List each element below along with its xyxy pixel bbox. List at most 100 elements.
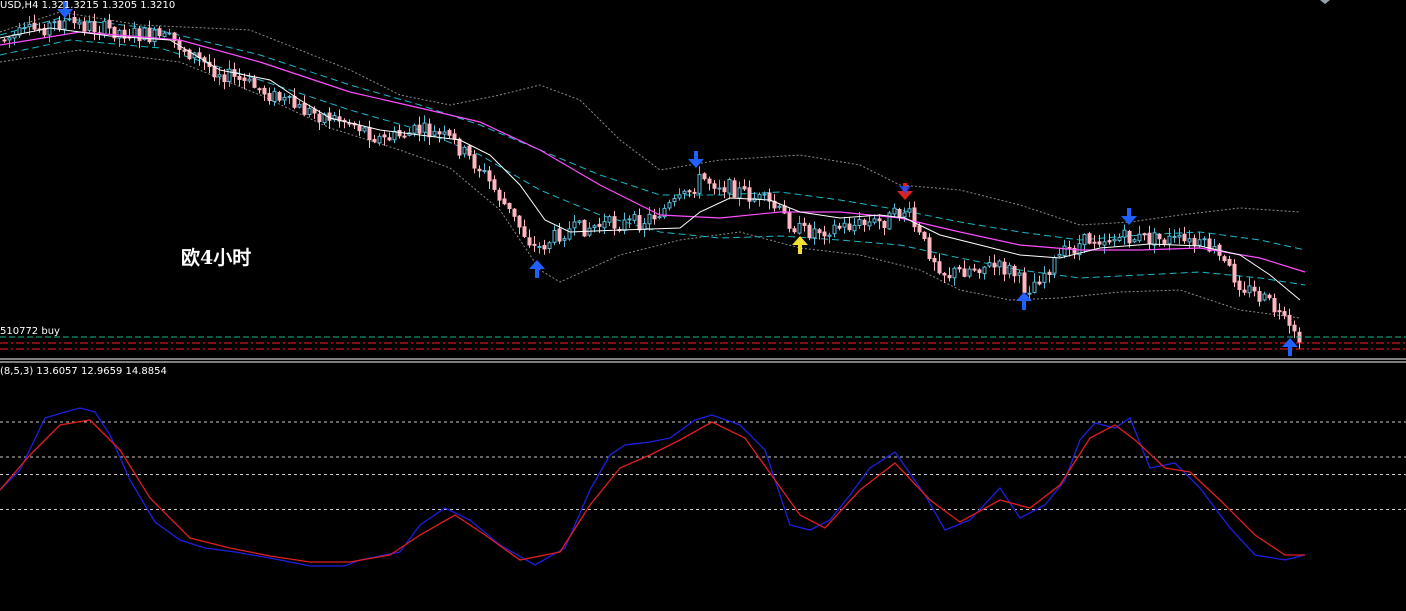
candle-body (462, 146, 467, 155)
candle-body (727, 178, 732, 194)
ohlc-open: 1.32 (41, 0, 64, 11)
candle-body (1287, 314, 1292, 326)
candle-body (1237, 280, 1242, 291)
candle-body (1112, 238, 1117, 242)
candle-body (542, 244, 547, 250)
candle-body (1027, 292, 1032, 295)
candle-body (1202, 238, 1207, 241)
candle-body (1222, 256, 1227, 262)
trading-chart[interactable]: USD,H4 1.321.3215 1.3205 1.3210 欧4小时 510… (0, 0, 1406, 607)
candle-body (812, 228, 817, 239)
candle-body (1232, 263, 1237, 283)
candle-body (1017, 272, 1022, 276)
candle-body (607, 216, 612, 223)
candle-body (687, 190, 692, 193)
candle-body (1082, 233, 1087, 246)
candle-body (277, 92, 282, 101)
candle-body (107, 19, 112, 29)
candle-body (827, 234, 832, 237)
candle-body (1012, 265, 1017, 277)
candle-body (1292, 324, 1297, 332)
candle-body (32, 22, 37, 30)
candle (732, 177, 737, 199)
candle-body (1147, 232, 1152, 245)
symbol-timeframe: USD,H4 (0, 0, 39, 11)
candle-body (562, 238, 567, 241)
candle-body (487, 170, 492, 182)
candle-body (832, 224, 837, 235)
candle-body (1132, 239, 1137, 243)
candle-body (1137, 233, 1142, 242)
candle-body (297, 104, 302, 108)
candle-body (137, 28, 142, 42)
candle-body (807, 224, 812, 239)
candle-body (427, 123, 432, 138)
candle-body (252, 77, 257, 88)
candle-body (1252, 286, 1257, 292)
price-panel-header: USD,H4 1.321.3215 1.3205 1.3210 (0, 0, 175, 11)
candle-body (402, 135, 407, 138)
candle-body (227, 68, 232, 82)
candle-body (932, 257, 937, 263)
candle-body (982, 266, 987, 275)
candle-body (412, 124, 417, 134)
candle-body (507, 202, 512, 210)
candle-body (1107, 240, 1112, 243)
candle-body (637, 215, 642, 231)
candle-body (652, 214, 657, 220)
candle-body (472, 154, 477, 169)
candle-body (1277, 310, 1282, 313)
candle-body (1162, 239, 1167, 245)
candle-body (712, 183, 717, 189)
candle-body (612, 216, 617, 229)
candle-body (512, 208, 517, 217)
candle-body (392, 130, 397, 141)
candle-body (267, 92, 272, 102)
chart-background (0, 0, 1406, 607)
candle-body (822, 231, 827, 237)
candle-body (602, 221, 607, 229)
candle-body (1127, 230, 1132, 244)
candle-body (997, 260, 1002, 268)
chart-canvas[interactable] (0, 0, 1406, 607)
candle-body (817, 229, 822, 234)
candle-body (497, 189, 502, 201)
candle-body (317, 113, 322, 122)
candle-body (442, 131, 447, 135)
candle-body (102, 20, 107, 35)
candle-body (82, 21, 87, 32)
candle-body (362, 127, 367, 132)
candle (582, 219, 587, 238)
candle-body (952, 267, 957, 279)
candle-body (622, 219, 627, 231)
candle-body (477, 168, 482, 172)
candle-body (157, 28, 162, 37)
candle-body (1197, 239, 1202, 246)
candle-body (1247, 285, 1252, 294)
order-line-label[interactable]: 510772 buy (0, 326, 60, 337)
candle-body (942, 273, 947, 276)
candle-body (1117, 236, 1122, 241)
candle-body (1257, 291, 1262, 302)
candle-body (802, 222, 807, 226)
candle-body (257, 88, 262, 91)
candle-body (902, 212, 907, 218)
chevron-down-icon[interactable] (1320, 0, 1330, 4)
candle-body (862, 219, 867, 226)
candle-body (917, 225, 922, 233)
candle-body (67, 18, 72, 21)
candle-body (457, 138, 462, 156)
candle-body (72, 17, 77, 24)
candle-body (532, 243, 537, 246)
candle-body (452, 133, 457, 140)
candle-body (722, 187, 727, 193)
candle-body (847, 223, 852, 231)
candle-body (717, 187, 722, 190)
candle-body (1092, 241, 1097, 244)
candle-body (27, 23, 32, 28)
oscillator-header: (8,5,3) 13.6057 12.9659 14.8854 (0, 366, 167, 377)
candle (927, 233, 932, 261)
candle-body (1182, 233, 1187, 242)
candle-body (382, 134, 387, 138)
candle-body (1227, 258, 1232, 266)
